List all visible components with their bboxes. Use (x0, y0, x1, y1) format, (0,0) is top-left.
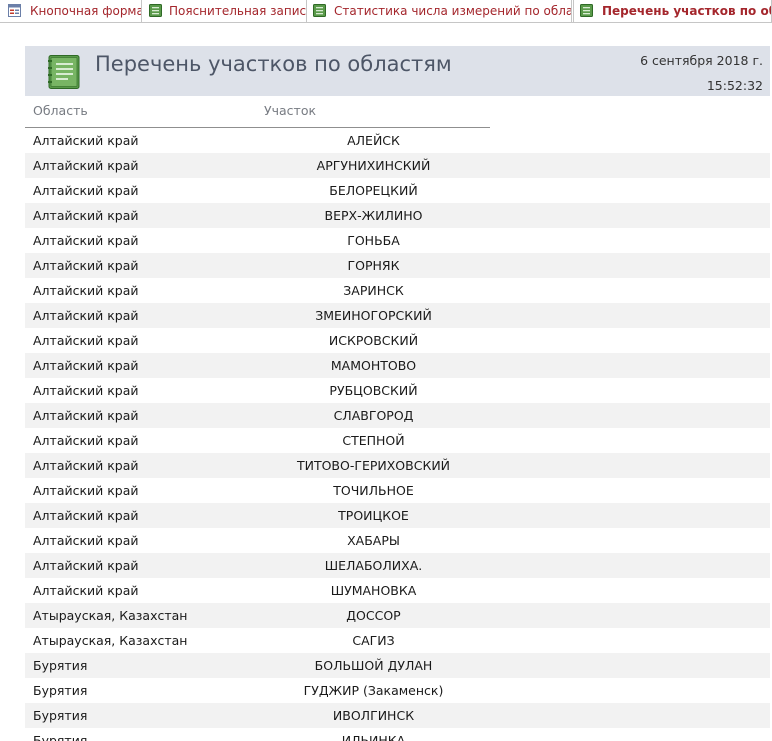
cell-uchastok: ШУМАНОВКА (330, 583, 417, 598)
cell-uchastok: ЗМЕИНОГОРСКИЙ (315, 308, 432, 323)
cell-oblast: Алтайский край (33, 258, 139, 273)
cell-oblast: Атырауская, Казахстан (33, 633, 188, 648)
table-row: Алтайский край СЛАВГОРОД (25, 403, 770, 428)
table-row: Алтайский край ТОЧИЛЬНОЕ (25, 478, 770, 503)
cell-uchastok: ТРОИЦКОЕ (338, 508, 409, 523)
cell-oblast: Бурятия (33, 683, 88, 698)
cell-uchastok: ЗАРИНСК (343, 283, 404, 298)
cell-oblast: Алтайский край (33, 508, 139, 523)
report-time: 15:52:32 (706, 78, 763, 93)
report-icon (149, 4, 162, 17)
cell-uchastok: ШЕЛАБОЛИХА. (324, 558, 423, 573)
cell-oblast: Алтайский край (33, 483, 139, 498)
cell-uchastok: МАМОНТОВО (330, 358, 417, 373)
table-row: Алтайский край ГОНЬБА (25, 228, 770, 253)
report-title: Перечень участков по областям (95, 52, 452, 76)
table-row: Бурятия ИВОЛГИНСК (25, 703, 770, 728)
tab-perechen-uchastkov[interactable]: Перечень участков по областям (573, 0, 772, 22)
cell-uchastok: САГИЗ (352, 633, 395, 648)
cell-oblast: Алтайский край (33, 358, 139, 373)
column-header-oblast: Область (33, 103, 88, 118)
table-row: Алтайский край БЕЛОРЕЦКИЙ (25, 178, 770, 203)
table-row: Алтайский край АРГУНИХИНСКИЙ (25, 153, 770, 178)
cell-uchastok: ГОРНЯК (347, 258, 400, 273)
cell-oblast: Алтайский край (33, 158, 139, 173)
cell-uchastok: ИСКРОВСКИЙ (328, 333, 419, 348)
cell-uchastok: ГОНЬБА (347, 233, 400, 248)
table-row: Бурятия ГУДЖИР (Закаменск) (25, 678, 770, 703)
table-row: Алтайский край ШУМАНОВКА (25, 578, 770, 603)
report-icon (580, 4, 593, 17)
cell-uchastok: БЕЛОРЕЦКИЙ (329, 183, 418, 198)
table-row: Алтайский край ТРОИЦКОЕ (25, 503, 770, 528)
cell-uchastok: СТЕПНОЙ (342, 433, 405, 448)
cell-oblast: Алтайский край (33, 183, 139, 198)
form-icon (8, 4, 21, 17)
cell-uchastok: ВЕРХ-ЖИЛИНО (324, 208, 423, 223)
tab-label: Перечень участков по областям (602, 4, 771, 18)
cell-uchastok: ТИТОВО-ГЕРИХОВСКИЙ (296, 458, 451, 473)
cell-oblast: Алтайский край (33, 333, 139, 348)
table-row: Алтайский край ИСКРОВСКИЙ (25, 328, 770, 353)
cell-oblast: Алтайский край (33, 383, 139, 398)
table-row: Алтайский край ХАБАРЫ (25, 528, 770, 553)
tab-label: Пояснительная записка (169, 4, 307, 18)
table-row: Атырауская, Казахстан ДОССОР (25, 603, 770, 628)
table-row: Алтайский край ЗМЕИНОГОРСКИЙ (25, 303, 770, 328)
cell-oblast: Атырауская, Казахстан (33, 608, 188, 623)
cell-oblast: Алтайский край (33, 533, 139, 548)
cell-oblast: Бурятия (33, 733, 88, 741)
document-tab-bar: Кнопочная форма Пояснительная записка Ст… (0, 0, 772, 23)
cell-uchastok: СЛАВГОРОД (333, 408, 414, 423)
cell-uchastok: ХАБАРЫ (347, 533, 400, 548)
cell-uchastok: ГУДЖИР (Закаменск) (303, 683, 444, 698)
table-row: Алтайский край АЛЕЙСК (25, 128, 770, 153)
report-header: Перечень участков по областям 6 сентября… (25, 46, 770, 96)
report-icon (48, 55, 80, 89)
cell-oblast: Алтайский край (33, 233, 139, 248)
tab-label: Статистика числа измерений по областям (334, 4, 572, 18)
table-row: Алтайский край РУБЦОВСКИЙ (25, 378, 770, 403)
report-view[interactable]: Перечень участков по областям 6 сентября… (0, 23, 772, 741)
table-row: Алтайский край ТИТОВО-ГЕРИХОВСКИЙ (25, 453, 770, 478)
table-row: Бурятия БОЛЬШОЙ ДУЛАН (25, 653, 770, 678)
tab-knopochnaya-forma[interactable]: Кнопочная форма (0, 0, 142, 22)
cell-uchastok: ТОЧИЛЬНОЕ (333, 483, 414, 498)
cell-oblast: Алтайский край (33, 133, 139, 148)
table-row: Атырауская, Казахстан САГИЗ (25, 628, 770, 653)
table-row: Алтайский край ВЕРХ-ЖИЛИНО (25, 203, 770, 228)
cell-oblast: Бурятия (33, 658, 88, 673)
cell-uchastok: ИВОЛГИНСК (332, 708, 415, 723)
report-rows: Алтайский край АЛЕЙСК Алтайский край АРГУНИ… (25, 128, 770, 741)
cell-oblast: Алтайский край (33, 208, 139, 223)
cell-oblast: Алтайский край (33, 283, 139, 298)
table-row: Алтайский край СТЕПНОЙ (25, 428, 770, 453)
cell-oblast: Алтайский край (33, 583, 139, 598)
report-icon (313, 4, 326, 17)
cell-uchastok: АРГУНИХИНСКИЙ (316, 158, 431, 173)
cell-oblast: Алтайский край (33, 433, 139, 448)
cell-uchastok: АЛЕЙСК (347, 133, 400, 148)
report-date: 6 сентября 2018 г. (640, 53, 763, 68)
cell-uchastok: ИЛЬИНКА (341, 733, 406, 741)
tab-statistika[interactable]: Статистика числа измерений по областям (307, 0, 572, 22)
cell-uchastok: РУБЦОВСКИЙ (329, 383, 418, 398)
table-row: Алтайский край ШЕЛАБОЛИХА. (25, 553, 770, 578)
cell-oblast: Алтайский край (33, 408, 139, 423)
tab-poyasnitelnaya-zapiska[interactable]: Пояснительная записка (142, 0, 307, 22)
cell-uchastok: ДОССОР (346, 608, 401, 623)
table-row: Бурятия ИЛЬИНКА (25, 728, 770, 741)
table-row: Алтайский край МАМОНТОВО (25, 353, 770, 378)
tab-label: Кнопочная форма (30, 4, 142, 18)
cell-uchastok: БОЛЬШОЙ ДУЛАН (314, 658, 433, 673)
cell-oblast: Алтайский край (33, 558, 139, 573)
column-header-uchastok: Участок (264, 103, 317, 118)
table-row: Алтайский край ГОРНЯК (25, 253, 770, 278)
cell-oblast: Бурятия (33, 708, 88, 723)
table-row: Алтайский край ЗАРИНСК (25, 278, 770, 303)
cell-oblast: Алтайский край (33, 308, 139, 323)
cell-oblast: Алтайский край (33, 458, 139, 473)
